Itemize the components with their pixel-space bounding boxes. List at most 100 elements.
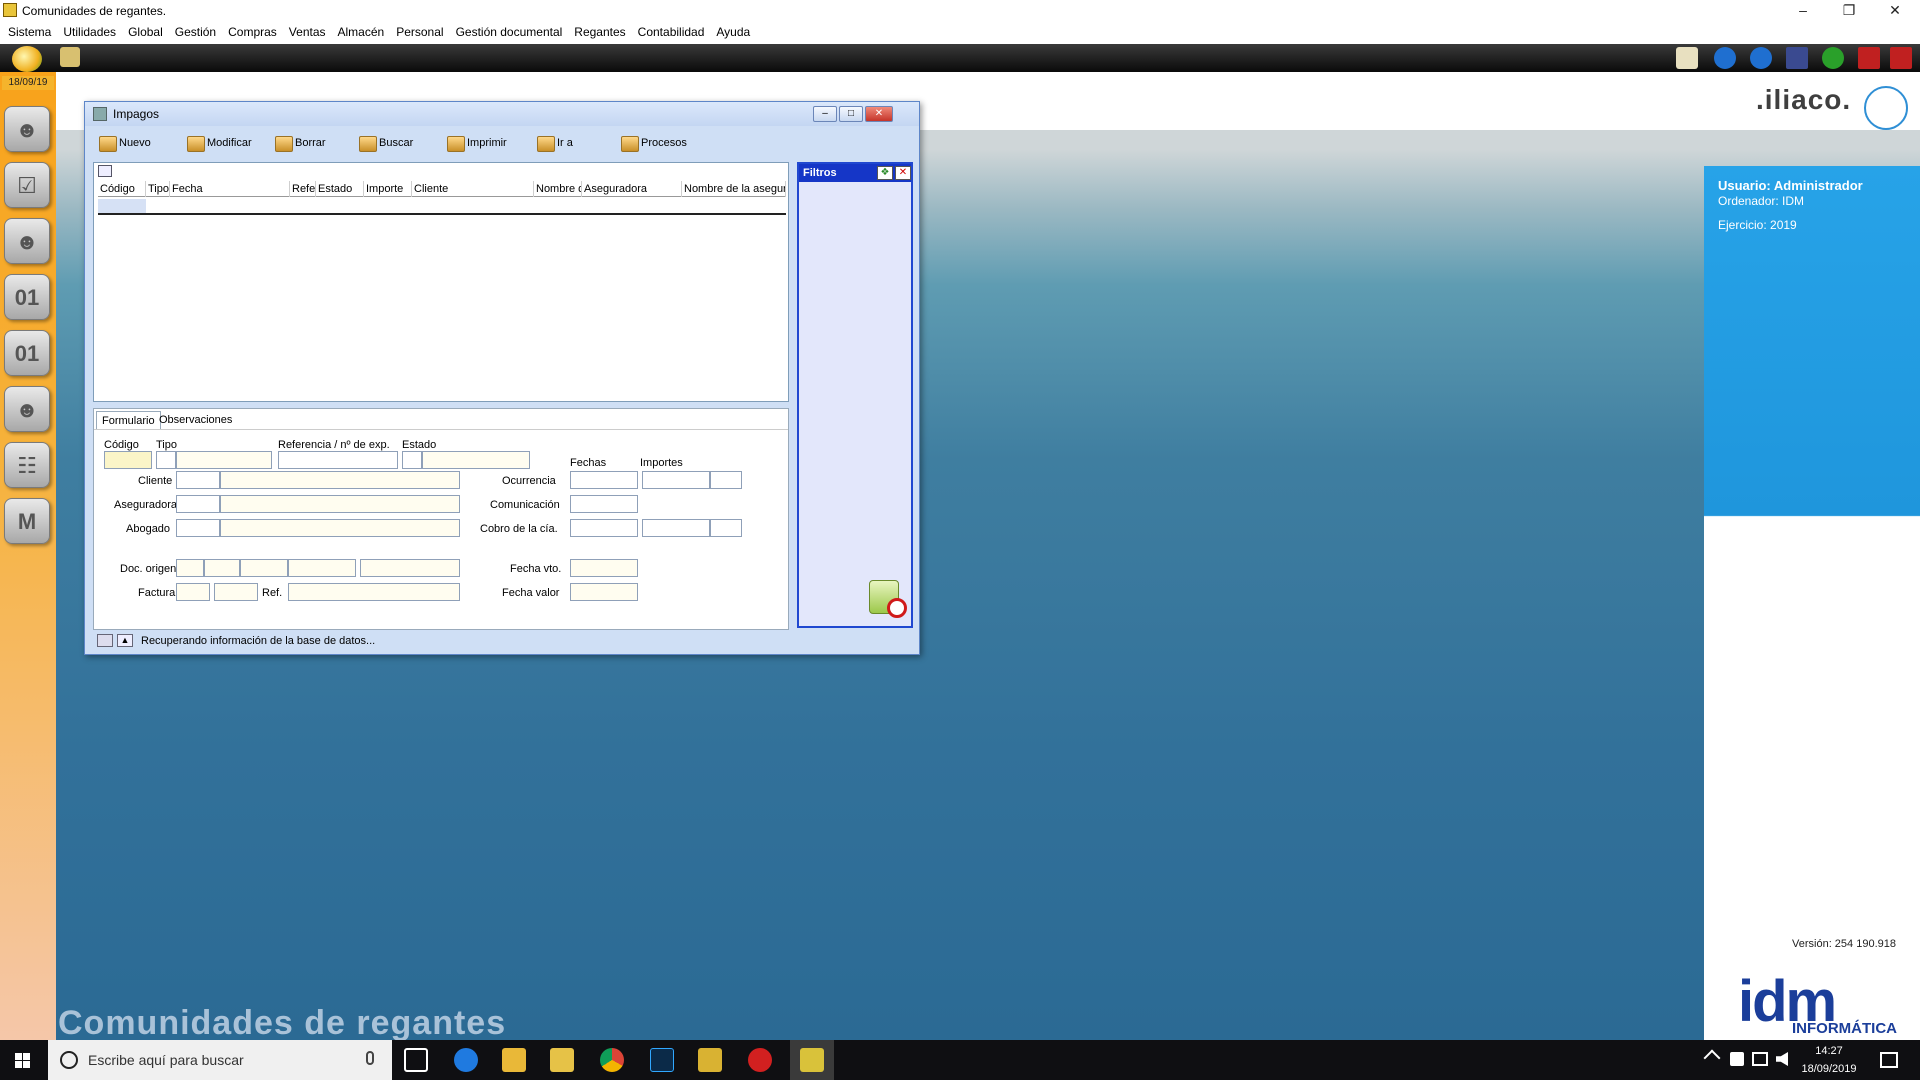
accounting-01-icon[interactable]: 01: [4, 274, 50, 320]
task-view-icon[interactable]: [404, 1048, 428, 1072]
taskbar-search[interactable]: Escribe aquí para buscar: [48, 1040, 392, 1080]
menu-ayuda[interactable]: Ayuda: [710, 22, 756, 42]
menu-sistema[interactable]: Sistema: [0, 22, 57, 42]
back-arrow-icon[interactable]: [1714, 47, 1736, 69]
col-importe[interactable]: Importe: [364, 181, 412, 197]
network-icon[interactable]: [1752, 1052, 1768, 1066]
col-nombre-cliente[interactable]: Nombre d: [534, 181, 582, 197]
statusbar-keyboard-icon[interactable]: [97, 634, 113, 647]
cliente-name-input[interactable]: [220, 471, 460, 489]
factura-serie-input[interactable]: [176, 583, 210, 601]
borrar-button[interactable]: Borrar: [273, 134, 326, 152]
table-cell-selected[interactable]: [98, 199, 146, 213]
cobro-fecha-input[interactable]: [570, 519, 638, 537]
menu-global[interactable]: Global: [122, 22, 169, 42]
file-explorer-icon[interactable]: [550, 1048, 574, 1072]
col-estado[interactable]: Estado: [316, 181, 364, 197]
accounting-01b-icon[interactable]: 01: [4, 330, 50, 376]
iliaco-app-icon[interactable]: [698, 1048, 722, 1072]
buscar-button[interactable]: Buscar: [357, 134, 413, 152]
imprimir-button[interactable]: Imprimir: [445, 134, 507, 152]
cobro-importe-input[interactable]: [642, 519, 710, 537]
close-button[interactable]: ✕: [1872, 0, 1918, 22]
notification-center-icon[interactable]: [1880, 1052, 1898, 1068]
abogado-code-input[interactable]: [176, 519, 220, 537]
doc-origen-3-input[interactable]: [240, 559, 288, 577]
start-button[interactable]: [0, 1040, 48, 1080]
cliente-code-input[interactable]: [176, 471, 220, 489]
grid-options-icon[interactable]: [98, 165, 112, 177]
nuevo-button[interactable]: Nuevo: [97, 134, 151, 152]
taskbar-clock[interactable]: 14:27 18/09/2019: [1784, 1042, 1874, 1078]
window-maximize-button[interactable]: □: [839, 106, 863, 122]
comunicacion-fecha-input[interactable]: [570, 495, 638, 513]
referencia-input[interactable]: [278, 451, 398, 469]
menu-regantes[interactable]: Regantes: [568, 22, 631, 42]
photoshop-icon[interactable]: [650, 1048, 674, 1072]
menu-utilidades[interactable]: Utilidades: [57, 22, 122, 42]
windows-list-icon[interactable]: [1786, 47, 1808, 69]
col-codigo[interactable]: Código: [98, 181, 146, 197]
menu-gestion[interactable]: Gestión: [169, 22, 222, 42]
filters-pin-icon[interactable]: ❖: [877, 166, 893, 180]
active-app-highlight[interactable]: [790, 1040, 834, 1080]
ocurrencia-extra-input[interactable]: [710, 471, 742, 489]
window-minimize-button[interactable]: –: [813, 106, 837, 122]
menu-compras[interactable]: Compras: [222, 22, 283, 42]
restore-button[interactable]: ❐: [1826, 0, 1872, 22]
exit-icon[interactable]: [1890, 47, 1912, 69]
chrome-icon[interactable]: [600, 1048, 624, 1072]
edge-icon[interactable]: [454, 1048, 478, 1072]
table-row[interactable]: [98, 199, 786, 215]
home-icon[interactable]: [12, 46, 42, 72]
menu-contabilidad[interactable]: Contabilidad: [632, 22, 711, 42]
doc-origen-2-input[interactable]: [204, 559, 240, 577]
col-fecha[interactable]: Fecha: [170, 181, 290, 197]
abogado-name-input[interactable]: [220, 519, 460, 537]
dropbox-icon[interactable]: [1730, 1052, 1744, 1066]
ocurrencia-importe-input[interactable]: [642, 471, 710, 489]
mail-app-icon[interactable]: [502, 1048, 526, 1072]
ir-a-button[interactable]: Ir a: [535, 134, 573, 152]
disconnect-icon[interactable]: [60, 47, 80, 67]
user-icon[interactable]: ☻: [4, 218, 50, 264]
contacts-icon[interactable]: ☻: [4, 386, 50, 432]
tasks-icon[interactable]: ☑: [4, 162, 50, 208]
col-cliente[interactable]: Cliente: [412, 181, 534, 197]
menu-gestion-documental[interactable]: Gestión documental: [450, 22, 569, 42]
records-grid[interactable]: Código Tipo Fecha Refe Estado Importe Cl…: [93, 162, 789, 402]
close-window-icon[interactable]: [1858, 47, 1880, 69]
codigo-input[interactable]: [104, 451, 152, 469]
doc-origen-1-input[interactable]: [176, 559, 204, 577]
modificar-button[interactable]: Modificar: [185, 134, 252, 152]
cancel-icon[interactable]: [887, 598, 907, 618]
menu-ventas[interactable]: Ventas: [283, 22, 332, 42]
tray-chevron-icon[interactable]: [1703, 1049, 1721, 1067]
statusbar-up-icon[interactable]: ▲: [117, 634, 133, 647]
users-group-icon[interactable]: ☻: [4, 106, 50, 152]
database-icon[interactable]: ☷: [4, 442, 50, 488]
rx-app-icon[interactable]: [748, 1048, 772, 1072]
help-icon[interactable]: [1822, 47, 1844, 69]
microphone-icon[interactable]: [366, 1051, 374, 1065]
cobro-extra-input[interactable]: [710, 519, 742, 537]
reports-icon[interactable]: M: [4, 498, 50, 544]
filters-close-icon[interactable]: ✕: [895, 166, 911, 180]
tipo-desc-input[interactable]: [176, 451, 272, 469]
fecha-vto-input[interactable]: [570, 559, 638, 577]
window-titlebar[interactable]: Impagos – □ ✕: [85, 102, 919, 126]
doc-origen-5-input[interactable]: [360, 559, 460, 577]
ocurrencia-fecha-input[interactable]: [570, 471, 638, 489]
forward-arrow-icon[interactable]: [1750, 47, 1772, 69]
tab-observaciones[interactable]: Observaciones: [154, 411, 237, 429]
tab-formulario[interactable]: Formulario: [96, 411, 161, 429]
aseguradora-name-input[interactable]: [220, 495, 460, 513]
col-referencia[interactable]: Refe: [290, 181, 316, 197]
col-tipo[interactable]: Tipo: [146, 181, 170, 197]
menu-personal[interactable]: Personal: [390, 22, 449, 42]
col-nombre-aseguradora[interactable]: Nombre de la asegur: [682, 181, 786, 197]
doc-origen-4-input[interactable]: [288, 559, 356, 577]
window-close-button[interactable]: ✕: [865, 106, 893, 122]
factura-numero-input[interactable]: [214, 583, 258, 601]
procesos-button[interactable]: Procesos: [619, 134, 687, 152]
